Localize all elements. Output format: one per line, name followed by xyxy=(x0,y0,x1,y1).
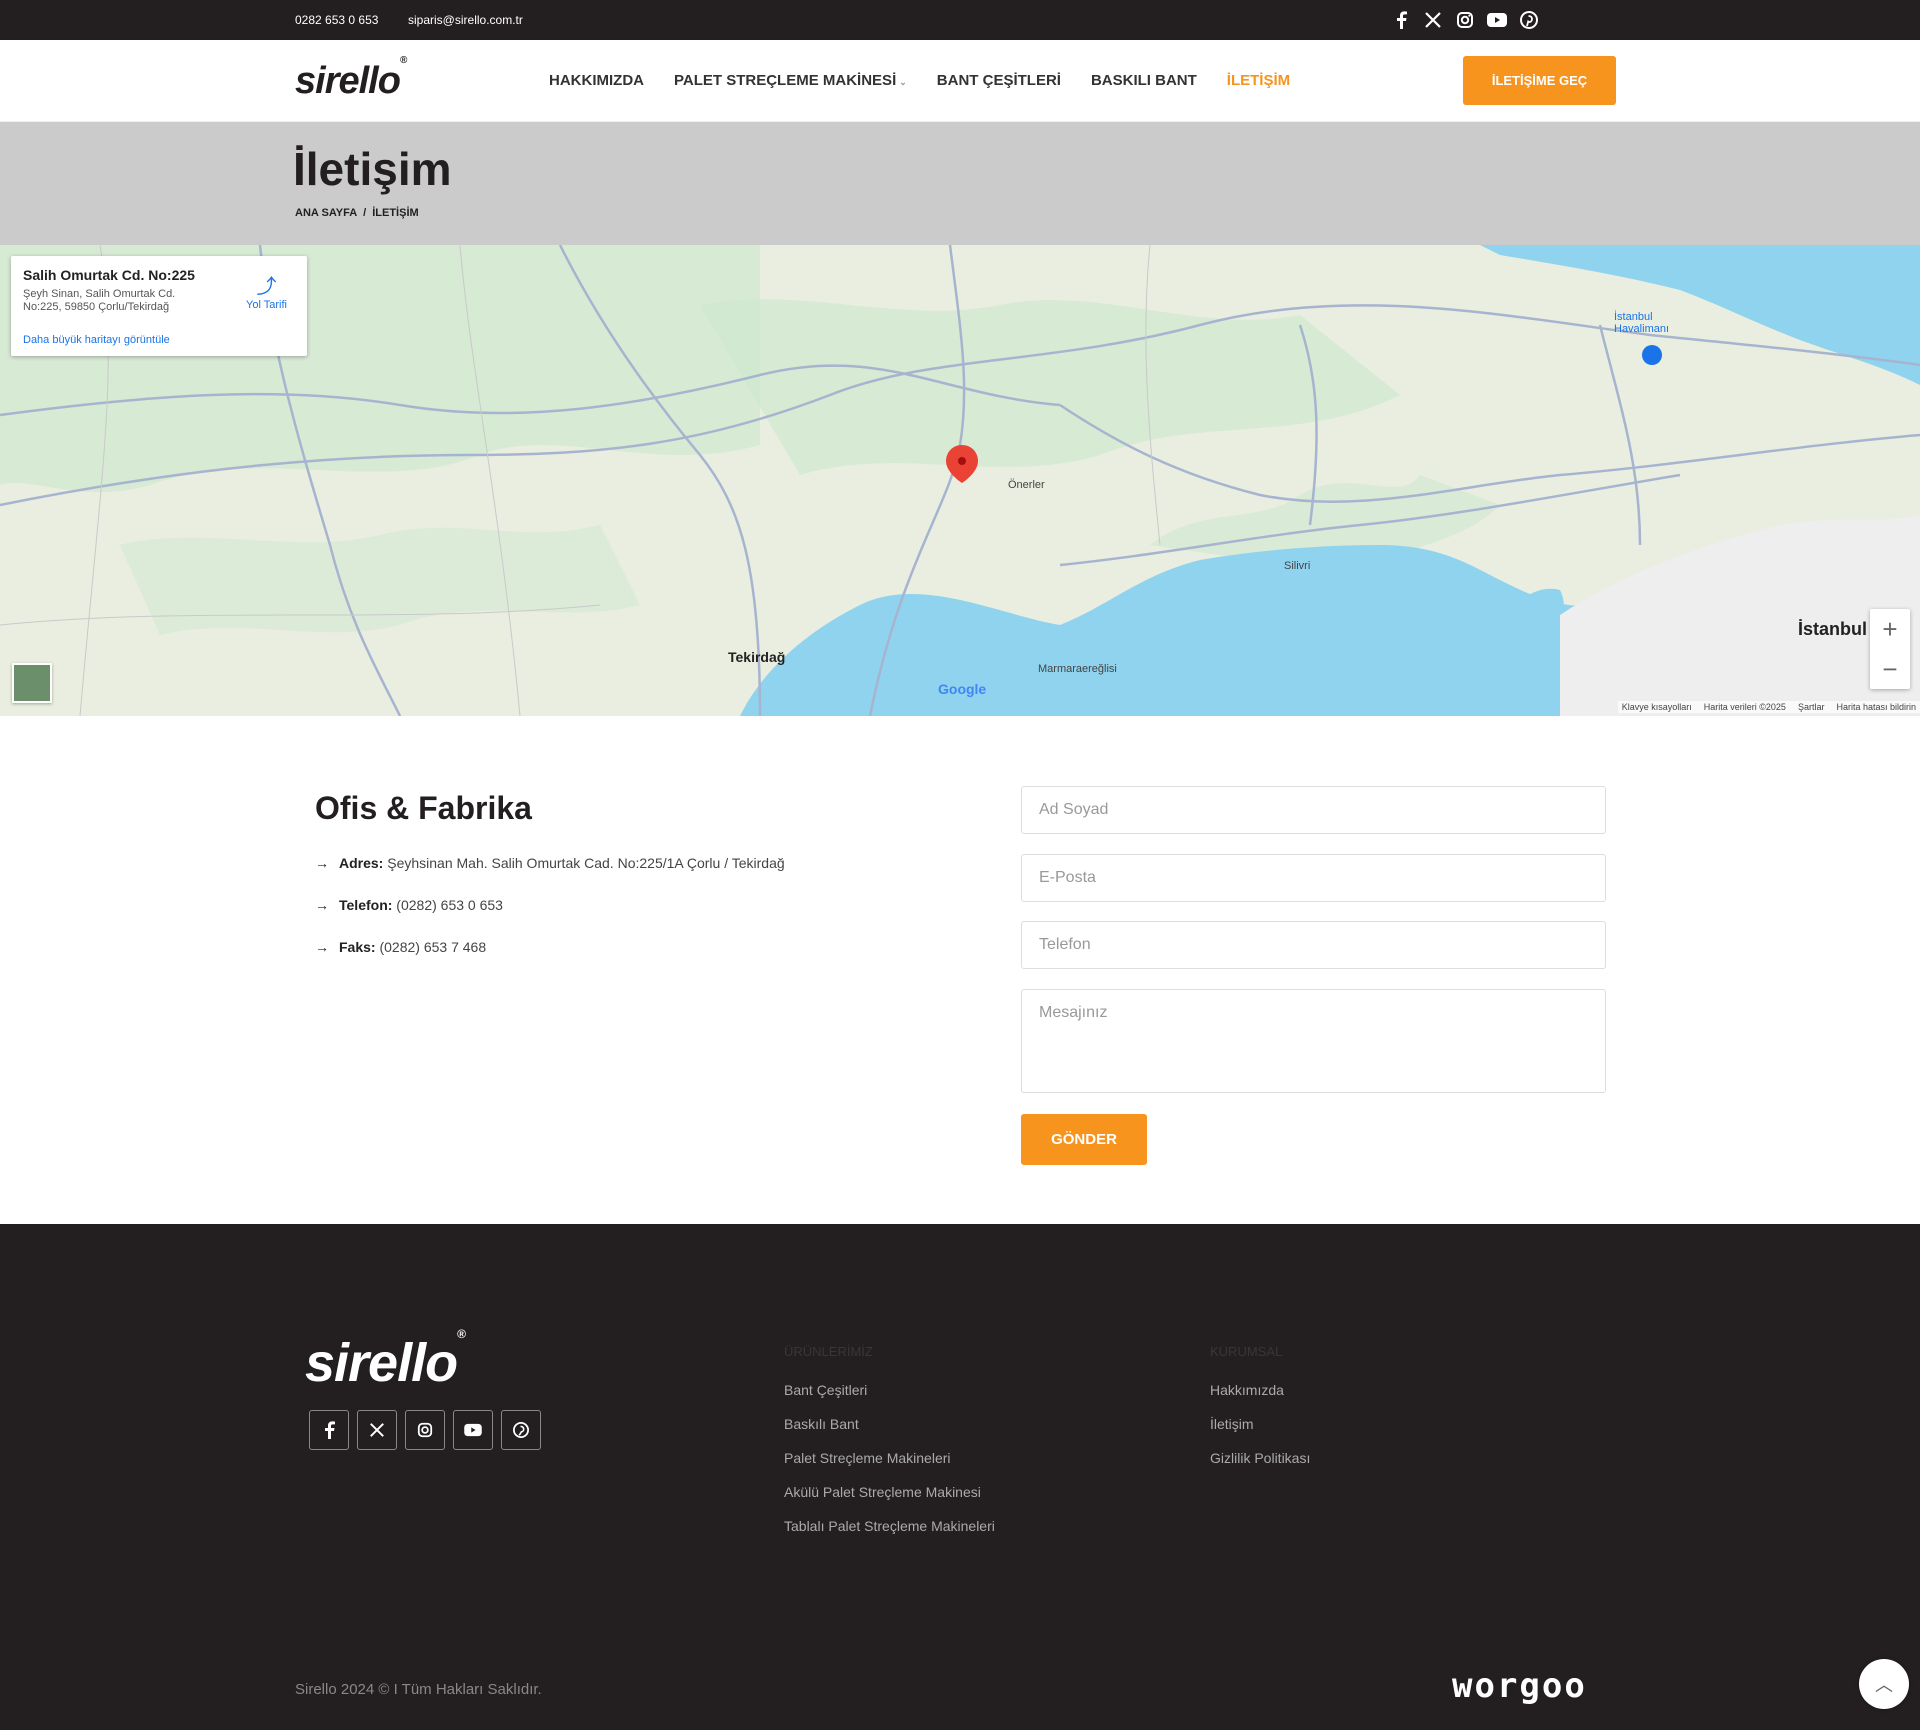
fax-line: → Faks: (0282) 653 7 468 xyxy=(315,939,486,955)
map-data-text: Harita verileri ©2025 xyxy=(1703,702,1786,712)
facebook-icon[interactable] xyxy=(309,1410,349,1450)
topbar-email[interactable]: siparis@sirello.com.tr xyxy=(408,13,523,27)
site-footer: sirello® ÜRÜNLERİMİZ Bant Çeşitleri Bask… xyxy=(0,1224,1920,1730)
submit-button[interactable]: GÖNDER xyxy=(1021,1114,1147,1165)
x-icon[interactable] xyxy=(1422,9,1444,31)
page-title: İletişim xyxy=(293,143,452,195)
map-label-tekirdag: Tekirdağ xyxy=(728,649,786,665)
footer-products-heading: ÜRÜNLERİMİZ xyxy=(784,1344,873,1359)
name-field[interactable]: Ad Soyad xyxy=(1021,786,1606,834)
map-label-istanbul: İstanbul xyxy=(1798,619,1868,639)
map-zoom-control: + − xyxy=(1870,609,1910,689)
agency-logo[interactable]: worgoo xyxy=(1452,1666,1587,1706)
footer-corporate-heading: KURUMSAL xyxy=(1210,1344,1283,1359)
nav-item-bant-cesitleri[interactable]: BANT ÇEŞİTLERİ xyxy=(937,72,1061,89)
map-place-title: Salih Omurtak Cd. No:225 xyxy=(23,267,195,283)
topbar-phone[interactable]: 0282 653 0 653 xyxy=(295,13,378,27)
directions-button[interactable]: ⤴ Yol Tarifi xyxy=(239,270,294,311)
arrow-right-icon: → xyxy=(315,855,329,871)
instagram-icon[interactable] xyxy=(1454,9,1476,31)
chevron-down-icon: ⌄ xyxy=(899,77,907,87)
phone-field[interactable]: Telefon xyxy=(1021,921,1606,969)
pinterest-icon[interactable] xyxy=(501,1410,541,1450)
larger-map-link[interactable]: Daha büyük haritayı görüntüle xyxy=(23,334,170,346)
arrow-right-icon: → xyxy=(315,939,329,955)
nav-item-palet-strecleme[interactable]: PALET STREÇLEME MAKİNESİ ⌄ xyxy=(674,72,907,89)
footer-link-iletisim[interactable]: İletişim xyxy=(1210,1407,1310,1441)
footer-corporate-column: KURUMSAL Hakkımızda İletişim Gizlilik Po… xyxy=(1210,1344,1310,1475)
site-logo[interactable]: sirello® xyxy=(295,55,407,103)
address-line: → Adres: Şeyhsinan Mah. Salih Omurtak Cad… xyxy=(315,855,785,871)
nav-item-baskili-bant[interactable]: BASKILI BANT xyxy=(1091,72,1197,89)
nav-item-hakkimizda[interactable]: HAKKIMIZDA xyxy=(549,72,644,89)
phone-line: → Telefon: (0282) 653 0 653 xyxy=(315,897,503,913)
email-field[interactable]: E-Posta xyxy=(1021,854,1606,902)
topbar-socials xyxy=(1390,9,1540,31)
office-heading: Ofis & Fabrika xyxy=(315,790,532,826)
breadcrumb: ANA SAYFA / İLETİŞİM xyxy=(295,207,419,219)
footer-link-tablali[interactable]: Tablalı Palet Streçleme Makineleri xyxy=(784,1509,995,1543)
map-label-marmaraereglisi: Marmaraereğlisi xyxy=(1038,663,1117,675)
nav-item-label: PALET STREÇLEME MAKİNESİ xyxy=(674,72,897,89)
address-value: Şeyhsinan Mah. Salih Omurtak Cad. No:225… xyxy=(387,855,785,871)
map-info-card: Salih Omurtak Cd. No:225 Şeyh Sinan, Sal… xyxy=(11,256,307,356)
phone-label: Telefon: xyxy=(339,897,393,913)
fax-value: (0282) 653 7 468 xyxy=(379,939,487,955)
breadcrumb-home[interactable]: ANA SAYFA xyxy=(295,207,357,219)
address-label: Adres: xyxy=(339,855,384,871)
site-header: sirello® HAKKIMIZDA PALET STREÇLEME MAKİ… xyxy=(0,40,1920,122)
logo-text: sirello xyxy=(295,60,401,102)
footer-logo-text: sirello xyxy=(305,1333,458,1393)
footer-logo[interactable]: sirello® xyxy=(305,1327,466,1394)
map-label-onerler: Önerler xyxy=(1008,479,1045,491)
footer-products-column: ÜRÜNLERİMİZ Bant Çeşitleri Baskılı Bant … xyxy=(784,1344,995,1543)
footer-link-palet-strecleme[interactable]: Palet Streçleme Makineleri xyxy=(784,1441,995,1475)
instagram-icon[interactable] xyxy=(405,1410,445,1450)
chevron-up-icon: ︿ xyxy=(1875,1675,1893,1695)
zoom-in-button[interactable]: + xyxy=(1870,609,1910,649)
directions-label: Yol Tarifi xyxy=(246,299,287,311)
breadcrumb-current: İLETİŞİM xyxy=(372,207,419,219)
youtube-icon[interactable] xyxy=(453,1410,493,1450)
footer-link-gizlilik[interactable]: Gizlilik Politikası xyxy=(1210,1441,1310,1475)
map-layer-toggle[interactable] xyxy=(12,663,52,703)
facebook-icon[interactable] xyxy=(1390,9,1412,31)
map-place-address: Şeyh Sinan, Salih Omurtak Cd. No:225, 59… xyxy=(23,288,176,313)
zoom-out-button[interactable]: − xyxy=(1870,649,1910,689)
map-label-airport: İstanbul Havalimanı xyxy=(1614,311,1670,335)
footer-link-bant-cesitleri[interactable]: Bant Çeşitleri xyxy=(784,1373,995,1407)
phone-value[interactable]: (0282) 653 0 653 xyxy=(396,897,503,913)
footer-link-baskili-bant[interactable]: Baskılı Bant xyxy=(784,1407,995,1441)
scroll-to-top-button[interactable]: ︿ xyxy=(1859,1659,1909,1709)
terms-link[interactable]: Şartlar xyxy=(1798,702,1825,712)
main-nav: HAKKIMIZDA PALET STREÇLEME MAKİNESİ ⌄ BAN… xyxy=(549,72,1290,89)
youtube-icon[interactable] xyxy=(1486,9,1508,31)
fax-label: Faks: xyxy=(339,939,376,955)
map-label-silivri: Silivri xyxy=(1284,560,1311,572)
google-logo: Google xyxy=(938,681,987,697)
nav-item-iletisim[interactable]: İLETİŞİM xyxy=(1227,72,1290,89)
footer-link-akulu[interactable]: Akülü Palet Streçleme Makinesi xyxy=(784,1475,995,1509)
keyboard-shortcuts-link[interactable]: Klavye kısayolları xyxy=(1622,702,1692,712)
contact-cta-button[interactable]: İLETİŞİME GEÇ xyxy=(1463,56,1616,105)
map-attribution: Klavye kısayolları Harita verileri ©2025… xyxy=(1617,701,1920,713)
report-error-link[interactable]: Harita hatası bildirin xyxy=(1836,702,1916,712)
message-field[interactable]: Mesajınız xyxy=(1021,989,1606,1093)
breadcrumb-separator: / xyxy=(363,207,367,219)
x-icon[interactable] xyxy=(357,1410,397,1450)
registered-mark: ® xyxy=(399,55,407,67)
footer-socials xyxy=(309,1410,541,1450)
page-title-band: İletişim ANA SAYFA / İLETİŞİM xyxy=(0,122,1920,245)
top-bar: 0282 653 0 653 siparis@sirello.com.tr xyxy=(0,0,1920,40)
location-map[interactable]: Önerler Tekirdağ İstanbul Silivri Marmar… xyxy=(0,245,1920,716)
footer-link-hakkimizda[interactable]: Hakkımızda xyxy=(1210,1373,1310,1407)
copyright-text: Sirello 2024 © I Tüm Hakları Saklıdır. xyxy=(295,1681,542,1698)
registered-mark: ® xyxy=(457,1327,466,1341)
pinterest-icon[interactable] xyxy=(1518,9,1540,31)
arrow-right-icon: → xyxy=(315,897,329,913)
directions-icon: ⤴ xyxy=(256,276,277,298)
